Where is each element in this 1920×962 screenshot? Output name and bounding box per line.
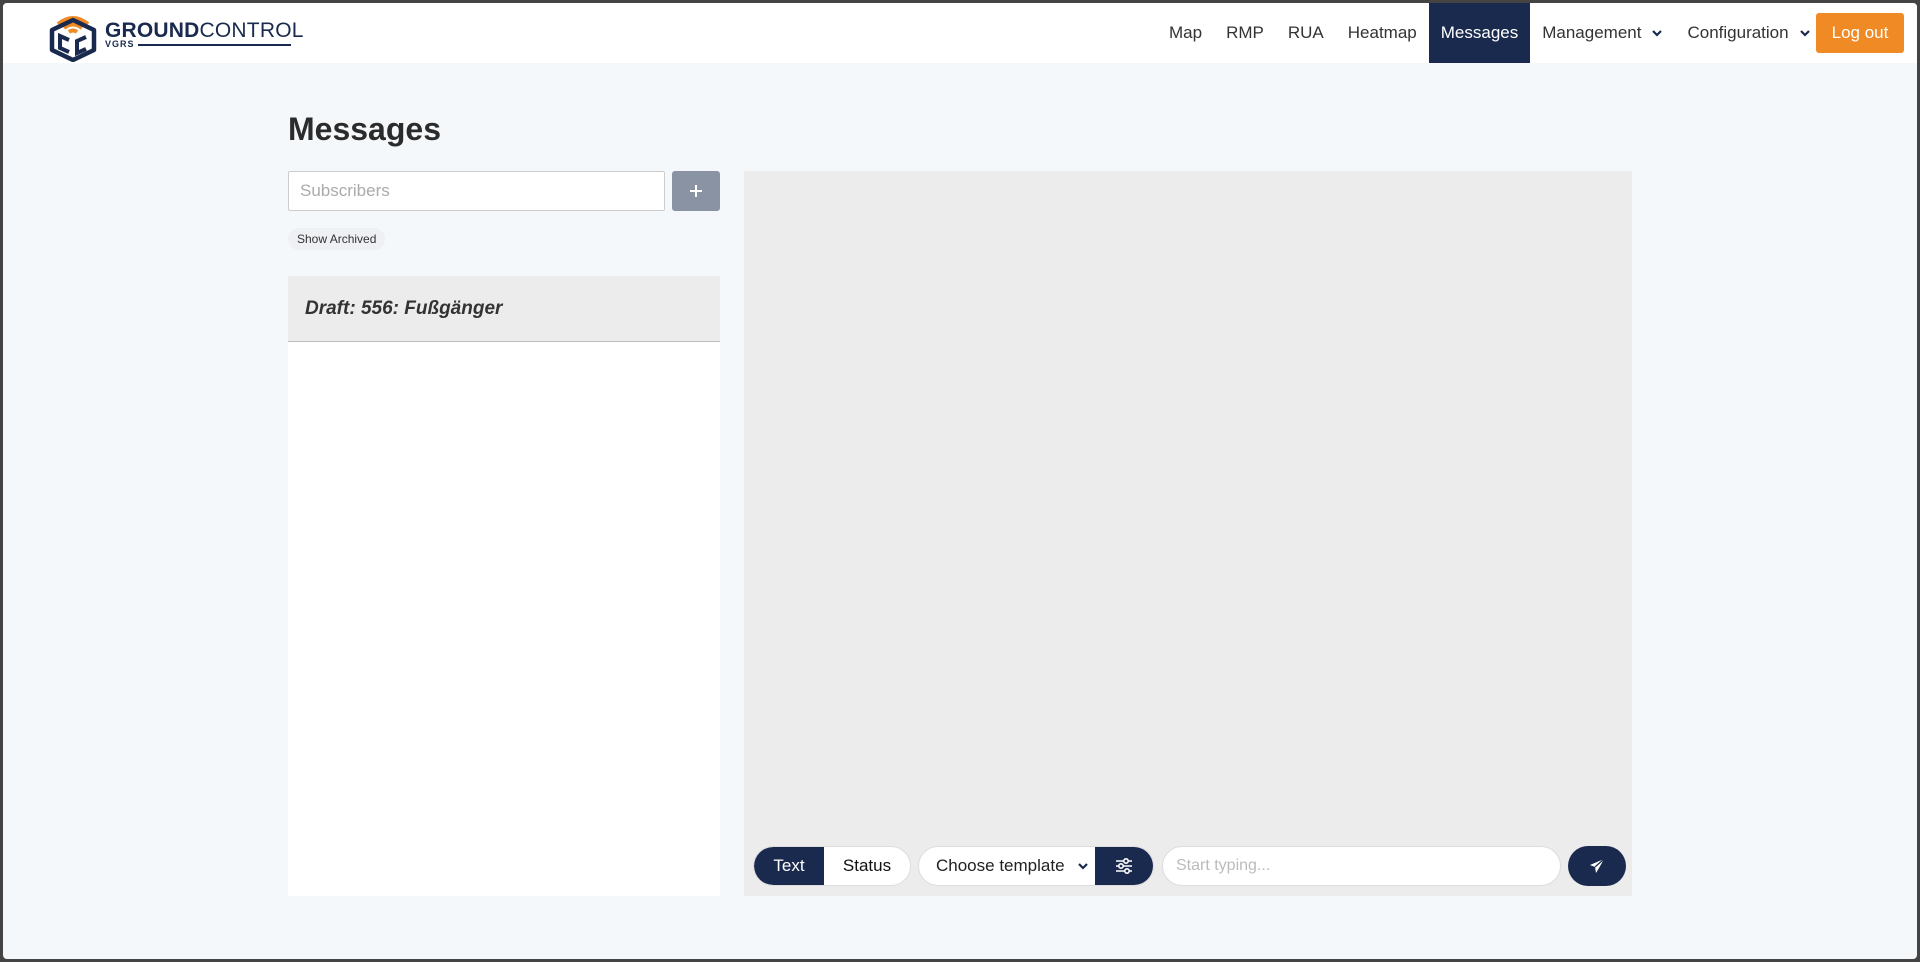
- list-item[interactable]: Draft: 556: Fußgänger: [288, 276, 720, 342]
- show-archived-toggle[interactable]: Show Archived: [288, 228, 386, 250]
- chevron-down-icon: [1652, 30, 1663, 37]
- chevron-down-icon: [1799, 30, 1810, 37]
- nav-messages[interactable]: Messages: [1428, 3, 1531, 63]
- paper-plane-icon: [1590, 858, 1605, 873]
- template-settings-button[interactable]: [1095, 847, 1153, 885]
- message-input[interactable]: [1162, 846, 1561, 886]
- conversation-title: Draft: 556: Fußgänger: [305, 297, 503, 319]
- logo-mark-icon: [49, 16, 97, 62]
- nav-configuration[interactable]: Configuration: [1675, 3, 1822, 63]
- app-window: GROUNDCONTROL VGRS Map RMP RUA Heatmap M…: [3, 3, 1917, 959]
- groundcontrol-logo[interactable]: GROUNDCONTROL VGRS: [48, 8, 303, 62]
- nav-configuration-label: Configuration: [1687, 23, 1789, 42]
- chevron-down-icon: [1077, 863, 1088, 870]
- nav-rua-label: RUA: [1287, 23, 1324, 42]
- nav-heatmap[interactable]: Heatmap: [1336, 3, 1429, 63]
- nav-rua[interactable]: RUA: [1276, 3, 1336, 63]
- send-button[interactable]: [1568, 846, 1626, 886]
- nav-map-label: Map: [1169, 23, 1203, 42]
- conversation-list: Draft: 556: Fußgänger: [288, 276, 720, 896]
- mode-status-button[interactable]: Status: [824, 847, 910, 885]
- navbar: GROUNDCONTROL VGRS Map RMP RUA Heatmap M…: [3, 3, 1917, 63]
- sliders-icon: [1116, 858, 1132, 874]
- template-picker: Choose template: [918, 846, 1154, 886]
- logout-button[interactable]: Log out: [1816, 13, 1904, 53]
- logo-tagline: VGRS: [105, 39, 138, 49]
- nav-heatmap-label: Heatmap: [1347, 23, 1417, 42]
- page-title: Messages: [288, 111, 441, 147]
- subscribers-input[interactable]: [288, 171, 665, 211]
- nav-messages-label: Messages: [1440, 23, 1519, 42]
- template-dropdown[interactable]: Choose template: [919, 847, 1095, 885]
- template-dropdown-label: Choose template: [936, 856, 1065, 875]
- chat-panel: [744, 171, 1632, 896]
- nav-rmp-label: RMP: [1226, 23, 1264, 42]
- plus-icon: [690, 185, 702, 197]
- mode-text-button[interactable]: Text: [754, 847, 824, 885]
- nav-management-label: Management: [1542, 23, 1642, 42]
- main-nav: Map RMP RUA Heatmap Messages Management …: [1157, 3, 1823, 63]
- nav-management[interactable]: Management: [1530, 3, 1675, 63]
- nav-map[interactable]: Map: [1157, 3, 1214, 63]
- nav-rmp[interactable]: RMP: [1214, 3, 1276, 63]
- message-mode-toggle: Text Status: [753, 846, 911, 886]
- add-subscriber-button[interactable]: [672, 171, 720, 211]
